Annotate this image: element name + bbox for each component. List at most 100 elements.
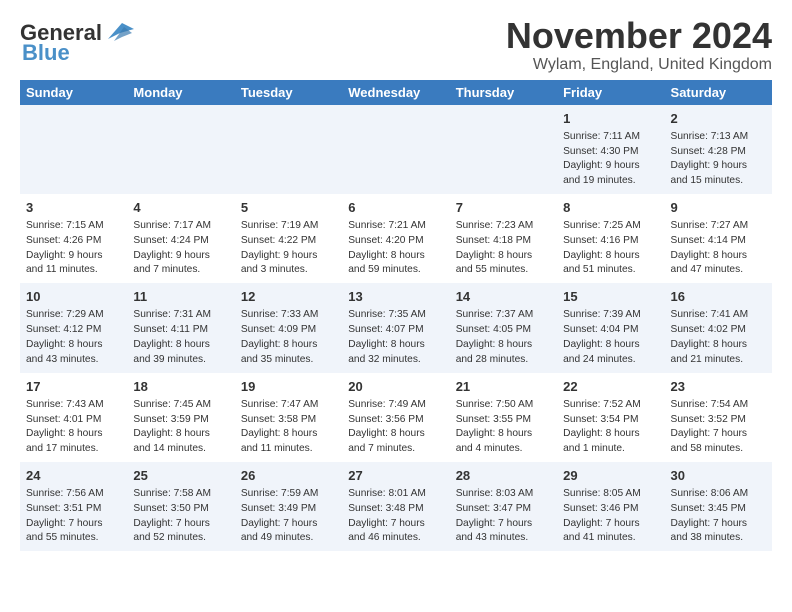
- day-info: Sunrise: 7:15 AM Sunset: 4:26 PM Dayligh…: [26, 219, 121, 278]
- day-number: 14: [456, 288, 551, 306]
- day-cell: 7 Sunrise: 7:23 AM Sunset: 4:18 PM Daylig…: [450, 194, 557, 283]
- day-cell: 11 Sunrise: 7:31 AM Sunset: 4:11 PM Dayli…: [127, 283, 234, 372]
- day-number: 28: [456, 467, 551, 485]
- day-info: Sunrise: 7:45 AM Sunset: 3:59 PM Dayligh…: [133, 398, 228, 457]
- day-info: Sunrise: 8:03 AM Sunset: 3:47 PM Dayligh…: [456, 487, 551, 546]
- day-cell: 15 Sunrise: 7:39 AM Sunset: 4:04 PM Dayli…: [557, 283, 664, 372]
- day-info: Sunrise: 7:52 AM Sunset: 3:54 PM Dayligh…: [563, 398, 658, 457]
- day-cell: [450, 105, 557, 194]
- day-info: Sunrise: 7:54 AM Sunset: 3:52 PM Dayligh…: [671, 398, 766, 457]
- day-cell: [20, 105, 127, 194]
- col-header-sunday: Sunday: [20, 80, 127, 105]
- day-info: Sunrise: 7:39 AM Sunset: 4:04 PM Dayligh…: [563, 308, 658, 367]
- header: General Blue November 2024 Wylam, Englan…: [20, 16, 772, 74]
- day-number: 21: [456, 378, 551, 396]
- day-info: Sunrise: 7:21 AM Sunset: 4:20 PM Dayligh…: [348, 219, 443, 278]
- day-info: Sunrise: 7:29 AM Sunset: 4:12 PM Dayligh…: [26, 308, 121, 367]
- day-cell: 26 Sunrise: 7:59 AM Sunset: 3:49 PM Dayli…: [235, 462, 342, 551]
- day-number: 24: [26, 467, 121, 485]
- day-cell: 19Sunrise: 7:47 AM Sunset: 3:58 PM Dayli…: [235, 373, 342, 462]
- day-cell: 6 Sunrise: 7:21 AM Sunset: 4:20 PM Daylig…: [342, 194, 449, 283]
- week-row-2: 3 Sunrise: 7:15 AM Sunset: 4:26 PM Daylig…: [20, 194, 772, 283]
- day-number: 1: [563, 110, 658, 128]
- day-number: 6: [348, 199, 443, 217]
- day-cell: 25 Sunrise: 7:58 AM Sunset: 3:50 PM Dayli…: [127, 462, 234, 551]
- day-cell: 22 Sunrise: 7:52 AM Sunset: 3:54 PM Dayli…: [557, 373, 664, 462]
- title-block: November 2024 Wylam, England, United Kin…: [506, 16, 772, 74]
- day-cell: [235, 105, 342, 194]
- day-cell: 14 Sunrise: 7:37 AM Sunset: 4:05 PM Dayli…: [450, 283, 557, 372]
- day-cell: 12Sunrise: 7:33 AM Sunset: 4:09 PM Dayli…: [235, 283, 342, 372]
- day-info: Sunrise: 7:33 AM Sunset: 4:09 PM Dayligh…: [241, 308, 336, 367]
- day-info: Sunrise: 7:25 AM Sunset: 4:16 PM Dayligh…: [563, 219, 658, 278]
- day-info: Sunrise: 8:01 AM Sunset: 3:48 PM Dayligh…: [348, 487, 443, 546]
- day-number: 13: [348, 288, 443, 306]
- day-cell: 18Sunrise: 7:45 AM Sunset: 3:59 PM Dayli…: [127, 373, 234, 462]
- col-header-wednesday: Wednesday: [342, 80, 449, 105]
- logo-blue: Blue: [22, 40, 70, 66]
- day-number: 27: [348, 467, 443, 485]
- day-cell: 13 Sunrise: 7:35 AM Sunset: 4:07 PM Dayli…: [342, 283, 449, 372]
- day-cell: [127, 105, 234, 194]
- page: General Blue November 2024 Wylam, Englan…: [0, 0, 792, 561]
- day-number: 3: [26, 199, 121, 217]
- day-number: 25: [133, 467, 228, 485]
- day-info: Sunrise: 7:41 AM Sunset: 4:02 PM Dayligh…: [671, 308, 766, 367]
- day-cell: 24Sunrise: 7:56 AM Sunset: 3:51 PM Dayli…: [20, 462, 127, 551]
- day-cell: 2 Sunrise: 7:13 AM Sunset: 4:28 PM Daylig…: [665, 105, 772, 194]
- day-cell: 23 Sunrise: 7:54 AM Sunset: 3:52 PM Dayli…: [665, 373, 772, 462]
- day-info: Sunrise: 7:13 AM Sunset: 4:28 PM Dayligh…: [671, 130, 766, 189]
- day-cell: 3 Sunrise: 7:15 AM Sunset: 4:26 PM Daylig…: [20, 194, 127, 283]
- day-number: 8: [563, 199, 658, 217]
- day-info: Sunrise: 7:23 AM Sunset: 4:18 PM Dayligh…: [456, 219, 551, 278]
- day-info: Sunrise: 7:49 AM Sunset: 3:56 PM Dayligh…: [348, 398, 443, 457]
- month-title: November 2024: [506, 16, 772, 56]
- day-info: Sunrise: 7:59 AM Sunset: 3:49 PM Dayligh…: [241, 487, 336, 546]
- day-number: 4: [133, 199, 228, 217]
- day-cell: 4 Sunrise: 7:17 AM Sunset: 4:24 PM Daylig…: [127, 194, 234, 283]
- day-number: 15: [563, 288, 658, 306]
- day-cell: 8 Sunrise: 7:25 AM Sunset: 4:16 PM Daylig…: [557, 194, 664, 283]
- col-header-monday: Monday: [127, 80, 234, 105]
- day-info: Sunrise: 7:27 AM Sunset: 4:14 PM Dayligh…: [671, 219, 766, 278]
- day-number: 22: [563, 378, 658, 396]
- day-number: 20: [348, 378, 443, 396]
- day-cell: 28 Sunrise: 8:03 AM Sunset: 3:47 PM Dayli…: [450, 462, 557, 551]
- day-number: 16: [671, 288, 766, 306]
- day-number: 9: [671, 199, 766, 217]
- day-info: Sunrise: 7:31 AM Sunset: 4:11 PM Dayligh…: [133, 308, 228, 367]
- week-row-5: 24Sunrise: 7:56 AM Sunset: 3:51 PM Dayli…: [20, 462, 772, 551]
- day-cell: 30 Sunrise: 8:06 AM Sunset: 3:45 PM Dayli…: [665, 462, 772, 551]
- day-number: 26: [241, 467, 336, 485]
- day-info: Sunrise: 7:19 AM Sunset: 4:22 PM Dayligh…: [241, 219, 336, 278]
- col-header-tuesday: Tuesday: [235, 80, 342, 105]
- day-cell: 10Sunrise: 7:29 AM Sunset: 4:12 PM Dayli…: [20, 283, 127, 372]
- header-row: SundayMondayTuesdayWednesdayThursdayFrid…: [20, 80, 772, 105]
- day-cell: 9 Sunrise: 7:27 AM Sunset: 4:14 PM Daylig…: [665, 194, 772, 283]
- week-row-1: 1 Sunrise: 7:11 AM Sunset: 4:30 PM Daylig…: [20, 105, 772, 194]
- day-info: Sunrise: 8:06 AM Sunset: 3:45 PM Dayligh…: [671, 487, 766, 546]
- day-info: Sunrise: 8:05 AM Sunset: 3:46 PM Dayligh…: [563, 487, 658, 546]
- day-info: Sunrise: 7:58 AM Sunset: 3:50 PM Dayligh…: [133, 487, 228, 546]
- day-number: 29: [563, 467, 658, 485]
- day-number: 11: [133, 288, 228, 306]
- day-number: 23: [671, 378, 766, 396]
- day-cell: [342, 105, 449, 194]
- day-cell: 16 Sunrise: 7:41 AM Sunset: 4:02 PM Dayli…: [665, 283, 772, 372]
- day-cell: 17Sunrise: 7:43 AM Sunset: 4:01 PM Dayli…: [20, 373, 127, 462]
- day-number: 2: [671, 110, 766, 128]
- day-info: Sunrise: 7:35 AM Sunset: 4:07 PM Dayligh…: [348, 308, 443, 367]
- day-number: 7: [456, 199, 551, 217]
- logo-bird-icon: [104, 19, 134, 43]
- day-info: Sunrise: 7:47 AM Sunset: 3:58 PM Dayligh…: [241, 398, 336, 457]
- day-number: 5: [241, 199, 336, 217]
- logo: General Blue: [20, 20, 134, 66]
- week-row-3: 10Sunrise: 7:29 AM Sunset: 4:12 PM Dayli…: [20, 283, 772, 372]
- day-info: Sunrise: 7:37 AM Sunset: 4:05 PM Dayligh…: [456, 308, 551, 367]
- day-number: 30: [671, 467, 766, 485]
- day-cell: 1 Sunrise: 7:11 AM Sunset: 4:30 PM Daylig…: [557, 105, 664, 194]
- day-cell: 27 Sunrise: 8:01 AM Sunset: 3:48 PM Dayli…: [342, 462, 449, 551]
- day-info: Sunrise: 7:11 AM Sunset: 4:30 PM Dayligh…: [563, 130, 658, 189]
- col-header-friday: Friday: [557, 80, 664, 105]
- day-info: Sunrise: 7:17 AM Sunset: 4:24 PM Dayligh…: [133, 219, 228, 278]
